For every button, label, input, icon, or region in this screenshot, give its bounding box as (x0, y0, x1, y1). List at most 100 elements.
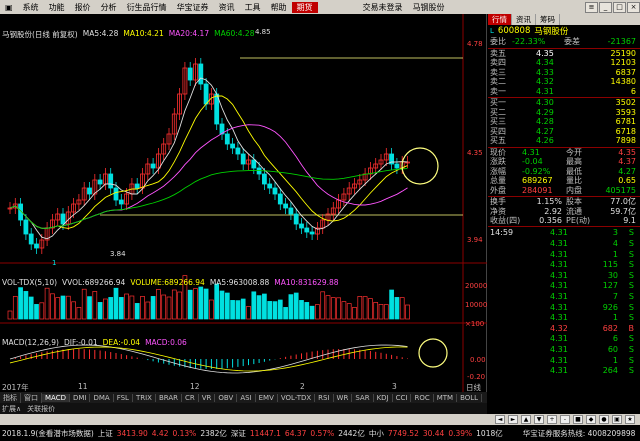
toolbar-button-icon[interactable]: ■ (573, 415, 583, 424)
tick-row-11[interactable]: 4.31 60 S (488, 345, 640, 355)
indicator-tab-0[interactable]: 指标 (0, 392, 21, 403)
ask-row-1[interactable]: 卖四 4.34 12103 (488, 58, 640, 68)
bid-row-2[interactable]: 买三 4.28 6781 (488, 117, 640, 127)
related-quote-button[interactable]: 关联报价 (27, 404, 55, 414)
toolbar-button-icon[interactable]: - (560, 415, 570, 424)
volume-bar (315, 304, 320, 320)
fund-row-2[interactable]: 收益(四) 0.356 PE(动) 9.1 (488, 216, 640, 226)
volume-bar (214, 283, 220, 320)
tick-row-3[interactable]: 4.31 115 S (488, 260, 640, 270)
indicator-tab-6[interactable]: TRIX (133, 393, 156, 402)
tick-row-2[interactable]: 4.31 1 S (488, 250, 640, 260)
indicator-tab-9[interactable]: VR (199, 393, 216, 402)
chart-area[interactable]: 马钢股份(日线 前复权) MA5:4.28 MA10:4.21 MA20:4.1… (0, 14, 487, 395)
menu-quote[interactable]: 报价 (70, 2, 96, 13)
indicator-tab-5[interactable]: FSL (114, 393, 133, 402)
menu-system[interactable]: 系统 (18, 2, 44, 13)
zx-label[interactable]: 中小 (369, 428, 384, 439)
sh-label[interactable]: 上证 (98, 428, 113, 439)
tick-row-5[interactable]: 4.31 127 S (488, 281, 640, 291)
stat-row-3[interactable]: 总量 689267 量比 0.65 (488, 176, 640, 186)
tick-row-8[interactable]: 4.31 1 S (488, 313, 640, 323)
bid-row-4[interactable]: 买五 4.26 7898 (488, 136, 640, 146)
toolbar-button-icon[interactable]: ◄ (495, 415, 505, 424)
macd-title[interactable]: MACD(12,26,9) (2, 338, 59, 347)
indicator-tab-13[interactable]: VOL-TDX (278, 393, 316, 402)
menu-huabao[interactable]: 华宝证券 (172, 2, 214, 13)
stat-row-0[interactable]: 现价 4.31 今开 4.35 (488, 148, 640, 158)
indicator-tab-12[interactable]: EMV (256, 393, 278, 402)
kline-title[interactable]: 马钢股份(日线 前复权) (2, 29, 78, 39)
menu-news[interactable]: 资讯 (214, 2, 240, 13)
ask-row-3[interactable]: 卖二 4.32 14380 (488, 77, 640, 87)
fund-row-0[interactable]: 换手 1.15% 股本 77.0亿 (488, 197, 640, 207)
tick-row-7[interactable]: 4.31 926 S (488, 303, 640, 313)
menu-analysis[interactable]: 分析 (96, 2, 122, 13)
menu-icon[interactable]: ≡ (585, 1, 598, 13)
indicator-tab-16[interactable]: SAR (352, 393, 374, 402)
indicator-tab-2[interactable]: MACD (42, 393, 70, 402)
indicator-tab-19[interactable]: ROC (411, 393, 434, 402)
toolbar-button-icon[interactable]: ▼ (534, 415, 544, 424)
tick-row-10[interactable]: 4.31 6 S (488, 334, 640, 344)
tick-row-9[interactable]: 4.32 682 B (488, 324, 640, 334)
tab-quote[interactable]: 行情 (488, 14, 512, 25)
fund-row-1[interactable]: 净资 2.92 流通 59.7亿 (488, 207, 640, 217)
indicator-tab-7[interactable]: BRAR (156, 393, 182, 402)
stat-value: 405175 (605, 185, 636, 195)
bid-row-1[interactable]: 买二 4.29 3593 (488, 108, 640, 118)
zx-change: 30.44 (422, 428, 445, 438)
indicator-tab-11[interactable]: ASI (237, 393, 256, 402)
stat-row-1[interactable]: 涨跌 -0.04 最高 4.37 (488, 157, 640, 167)
toolbar-button-icon[interactable]: ◆ (586, 415, 596, 424)
stat-row-4[interactable]: 外盘 284091 内盘 405175 (488, 186, 640, 196)
menu-function[interactable]: 功能 (44, 2, 70, 13)
minimize-icon[interactable]: _ (599, 1, 612, 13)
menu-help[interactable]: 帮助 (266, 2, 292, 13)
tick-row-6[interactable]: 4.31 7 S (488, 292, 640, 302)
menu-tools[interactable]: 工具 (240, 2, 266, 13)
tab-chips[interactable]: 筹码 (536, 14, 560, 25)
expand-button[interactable]: 扩展∧ (2, 404, 21, 414)
tick-row-13[interactable]: 4.31 264 S (488, 366, 640, 376)
indicator-tab-15[interactable]: WR (334, 393, 353, 402)
order-ratio-row[interactable]: 委比 -22.33% 委差 -21367 (488, 37, 640, 47)
indicator-tab-3[interactable]: DMI (70, 393, 91, 402)
indicator-tab-4[interactable]: DMA (90, 393, 114, 402)
vol-title[interactable]: VOL-TDX(5,10) (2, 278, 57, 287)
sz-label[interactable]: 深证 (231, 428, 246, 439)
menu-logo[interactable]: ▣ (0, 3, 18, 12)
toolbar-button-icon[interactable]: ★ (625, 415, 635, 424)
indicator-tab-21[interactable]: BOLL (457, 393, 483, 402)
tab-news[interactable]: 资讯 (512, 14, 536, 25)
ask-row-4[interactable]: 卖一 4.31 6 (488, 87, 640, 97)
indicator-tab-18[interactable]: CCI (393, 393, 412, 402)
menu-futures[interactable]: 期货 (291, 1, 318, 13)
indicator-tab-10[interactable]: OBV (215, 393, 238, 402)
toolbar-button-icon[interactable]: + (547, 415, 557, 424)
toolbar-button-icon[interactable]: ● (599, 415, 609, 424)
indicator-tab-1[interactable]: 窗口 (21, 392, 42, 403)
login-status[interactable]: 交易未登录 (358, 2, 408, 13)
menu-derivatives[interactable]: 衍生品行情 (122, 2, 172, 13)
tick-row-1[interactable]: 4.31 4 S (488, 239, 640, 249)
tick-row-12[interactable]: 4.31 1 S (488, 356, 640, 366)
ask-row-0[interactable]: 卖五 4.35 25190 (488, 49, 640, 59)
toolbar-button-icon[interactable]: ▣ (612, 415, 622, 424)
bid-row-3[interactable]: 买四 4.27 6718 (488, 127, 640, 137)
event-marker[interactable]: 1 (52, 259, 56, 267)
toolbar-button-icon[interactable]: ▲ (521, 415, 531, 424)
bid-row-0[interactable]: 买一 4.30 3502 (488, 98, 640, 108)
indicator-tab-8[interactable]: CR (182, 393, 199, 402)
volume-bar (171, 289, 177, 320)
close-icon[interactable]: × (627, 1, 640, 13)
stat-row-2[interactable]: 涨幅 -0.92% 最低 4.27 (488, 167, 640, 177)
indicator-tab-17[interactable]: KDJ (374, 393, 393, 402)
tick-row-4[interactable]: 4.31 30 S (488, 271, 640, 281)
ask-row-2[interactable]: 卖三 4.33 6837 (488, 68, 640, 78)
restore-icon[interactable]: □ (613, 1, 626, 13)
toolbar-button-icon[interactable]: ► (508, 415, 518, 424)
tick-row-0[interactable]: 14:59 4.31 3 S (488, 228, 640, 238)
indicator-tab-14[interactable]: RSI (315, 393, 334, 402)
indicator-tab-20[interactable]: MTM (434, 393, 458, 402)
